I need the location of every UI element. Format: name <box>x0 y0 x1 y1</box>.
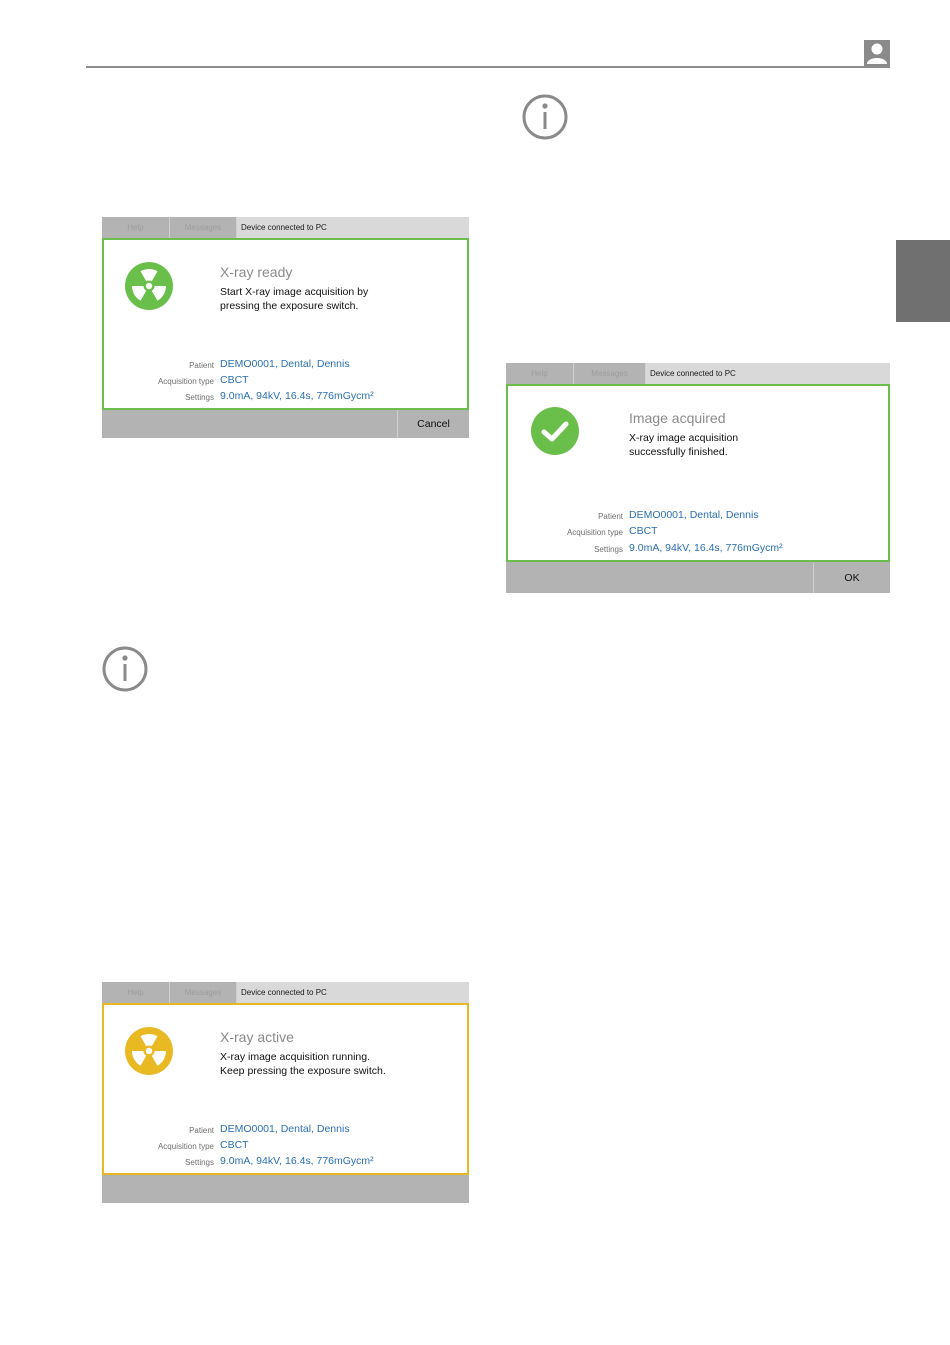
patient-value: DEMO0001, Dental, Dennis <box>220 1123 350 1135</box>
dialog-tabbar: Help Messages Device connected to PC <box>102 217 469 238</box>
dialog-panel: X-ray ready Start X-ray image acquisitio… <box>102 238 469 410</box>
connection-status: Device connected to PC <box>646 363 890 384</box>
check-icon <box>531 407 579 455</box>
tab-messages[interactable]: Messages <box>170 982 237 1003</box>
radiation-icon <box>125 1027 173 1075</box>
settings-row: Settings 9.0mA, 94kV, 16.4s, 776mGycm² <box>508 542 888 556</box>
acquisition-type-label: Acquisition type <box>157 1142 214 1151</box>
patient-value: DEMO0001, Dental, Dennis <box>220 358 350 370</box>
patient-label: Patient <box>189 1126 214 1135</box>
settings-value: 9.0mA, 94kV, 16.4s, 776mGycm² <box>220 1155 374 1167</box>
message-line: successfully finished. <box>629 445 728 458</box>
dialog-message: X-ray image acquisition successfully fin… <box>629 432 738 459</box>
message-line: Keep pressing the exposure switch. <box>220 1064 386 1077</box>
patient-row: Patient DEMO0001, Dental, Dennis <box>508 509 888 523</box>
dialog-footer: OK <box>506 563 890 593</box>
acquisition-type-value: CBCT <box>220 1139 249 1151</box>
radiation-icon <box>125 262 173 310</box>
settings-value: 9.0mA, 94kV, 16.4s, 776mGycm² <box>629 542 783 554</box>
dialog-tabbar: Help Messages Device connected to PC <box>506 363 890 384</box>
header-rule <box>86 66 890 68</box>
image-acquired-dialog: Help Messages Device connected to PC Ima… <box>506 363 890 593</box>
tab-help[interactable]: Help <box>102 217 170 238</box>
patient-label: Patient <box>598 512 623 521</box>
tab-help[interactable]: Help <box>506 363 574 384</box>
tab-help[interactable]: Help <box>102 982 170 1003</box>
tab-messages[interactable]: Messages <box>170 217 237 238</box>
settings-label: Settings <box>594 545 623 554</box>
dialog-message: X-ray image acquisition running. Keep pr… <box>220 1051 386 1078</box>
info-icon <box>522 94 568 140</box>
settings-label: Settings <box>185 393 214 402</box>
acquisition-type-value: CBCT <box>220 374 249 386</box>
message-line: X-ray image acquisition running. <box>220 1051 370 1063</box>
connection-status: Device connected to PC <box>237 217 469 238</box>
patient-value: DEMO0001, Dental, Dennis <box>629 509 759 521</box>
message-line: pressing the exposure switch. <box>220 299 359 312</box>
dialog-footer <box>102 1175 469 1203</box>
xray-ready-dialog: Help Messages Device connected to PC X-r… <box>102 217 469 438</box>
patient-label: Patient <box>189 361 214 370</box>
ok-button[interactable]: OK <box>813 563 890 593</box>
message-line: X-ray image acquisition <box>629 432 739 444</box>
patient-row: Patient DEMO0001, Dental, Dennis <box>104 1123 467 1137</box>
cancel-button[interactable]: Cancel <box>397 410 469 438</box>
dialog-panel: Image acquired X-ray image acquisition s… <box>506 384 890 562</box>
chapter-tab <box>896 240 950 322</box>
dialog-title: Image acquired <box>629 410 726 426</box>
patient-row: Patient DEMO0001, Dental, Dennis <box>104 358 467 372</box>
acquisition-type-row: Acquisition type CBCT <box>104 374 467 388</box>
tab-messages[interactable]: Messages <box>574 363 646 384</box>
acquisition-type-label: Acquisition type <box>157 377 214 386</box>
dialog-panel: X-ray active X-ray image acquisition run… <box>102 1003 469 1175</box>
settings-value: 9.0mA, 94kV, 16.4s, 776mGycm² <box>220 390 374 402</box>
dialog-message: Start X-ray image acquisition by pressin… <box>220 286 368 313</box>
settings-label: Settings <box>185 1158 214 1167</box>
info-icon <box>102 646 148 692</box>
dialog-title: X-ray active <box>220 1029 294 1045</box>
acquisition-type-label: Acquisition type <box>566 528 623 537</box>
acquisition-type-value: CBCT <box>629 525 658 537</box>
dialog-title: X-ray ready <box>220 264 293 280</box>
message-line: Start X-ray image acquisition by <box>220 286 369 298</box>
settings-row: Settings 9.0mA, 94kV, 16.4s, 776mGycm² <box>104 390 467 404</box>
settings-row: Settings 9.0mA, 94kV, 16.4s, 776mGycm² <box>104 1155 467 1169</box>
dialog-tabbar: Help Messages Device connected to PC <box>102 982 469 1003</box>
xray-active-dialog: Help Messages Device connected to PC X-r… <box>102 982 469 1203</box>
acquisition-type-row: Acquisition type CBCT <box>104 1139 467 1153</box>
user-icon <box>864 40 890 66</box>
connection-status: Device connected to PC <box>237 982 469 1003</box>
acquisition-type-row: Acquisition type CBCT <box>508 525 888 539</box>
dialog-footer: Cancel <box>102 410 469 438</box>
